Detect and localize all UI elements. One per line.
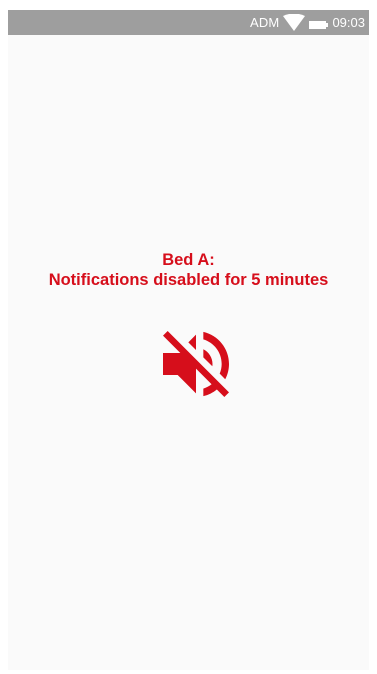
clock: 09:03	[332, 15, 365, 30]
notifications-disabled-text: Notifications disabled for 5 minutes	[48, 271, 329, 289]
carrier-label: ADM	[249, 15, 280, 30]
bed-label: Bed A:	[162, 251, 215, 269]
wifi-icon	[283, 13, 306, 32]
screen: ADM 09:03 Bed A: Notifications disabled …	[8, 10, 369, 670]
notification-message: Bed A: Notifications disabled for 5 minu…	[8, 250, 369, 290]
status-bar: ADM 09:03	[8, 10, 369, 35]
battery-icon	[309, 18, 329, 29]
volume-off-icon	[152, 320, 240, 408]
